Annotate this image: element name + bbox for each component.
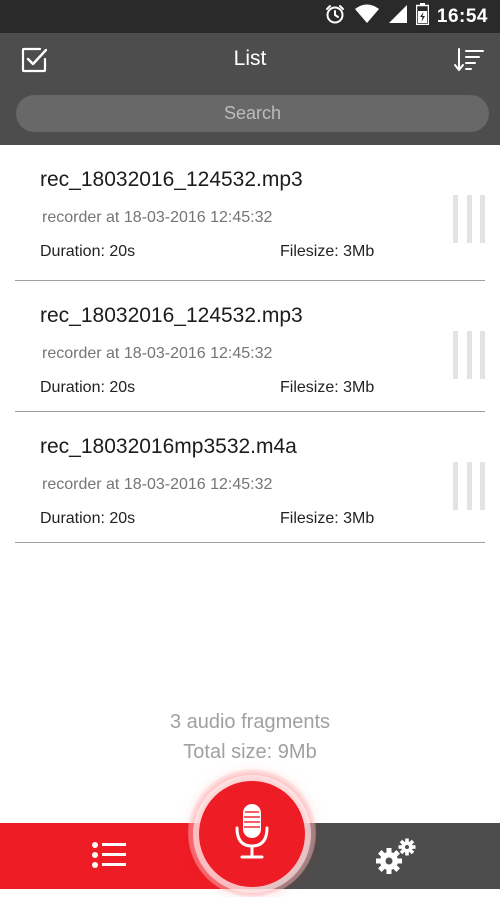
drag-handle-icon[interactable] xyxy=(453,462,485,510)
list-item[interactable]: rec_18032016_124532.mp3 recorder at 18-0… xyxy=(15,281,485,412)
recording-duration: Duration: 20s xyxy=(40,510,136,527)
recording-filesize: Filesize: 3Mb xyxy=(280,379,375,396)
status-icons: 16:54 xyxy=(324,0,488,33)
record-button[interactable] xyxy=(199,781,305,887)
list-item[interactable]: rec_18032016mp3532.m4a recorder at 18-03… xyxy=(15,412,485,543)
list-icon xyxy=(91,841,127,874)
drag-handle-icon[interactable] xyxy=(453,331,485,379)
microphone-icon xyxy=(232,802,272,867)
recording-duration: Duration: 20s xyxy=(40,243,136,260)
status-time: 16:54 xyxy=(436,5,488,27)
signal-icon xyxy=(388,4,408,29)
recording-date: recorder at 18-03-2016 12:45:32 xyxy=(42,476,273,493)
list-item[interactable]: rec_18032016_124532.mp3 recorder at 18-0… xyxy=(15,145,485,281)
recording-name: rec_18032016_124532.mp3 xyxy=(40,304,303,327)
recordings-list: rec_18032016_124532.mp3 recorder at 18-0… xyxy=(0,145,500,543)
status-bar: 16:54 xyxy=(0,0,500,33)
battery-icon xyxy=(415,3,430,30)
app-header: List xyxy=(0,33,500,145)
drag-handle-icon[interactable] xyxy=(453,195,485,243)
recording-name: rec_18032016_124532.mp3 xyxy=(40,168,303,191)
alarm-icon xyxy=(324,3,346,30)
recording-filesize: Filesize: 3Mb xyxy=(280,510,375,527)
gears-icon xyxy=(375,837,417,880)
sort-icon xyxy=(453,47,485,78)
recording-date: recorder at 18-03-2016 12:45:32 xyxy=(42,345,273,362)
summary: 3 audio fragments Total size: 9Mb xyxy=(0,707,500,767)
recording-filesize: Filesize: 3Mb xyxy=(280,243,375,260)
recording-duration: Duration: 20s xyxy=(40,379,136,396)
sort-button[interactable] xyxy=(452,47,486,77)
wifi-icon xyxy=(354,4,380,29)
recording-name: rec_18032016mp3532.m4a xyxy=(40,435,297,458)
fragment-count: 3 audio fragments xyxy=(169,711,331,733)
recording-date: recorder at 18-03-2016 12:45:32 xyxy=(42,209,273,226)
page-title: List xyxy=(233,47,267,70)
search-input[interactable] xyxy=(16,95,489,132)
total-size: Total size: 9Mb xyxy=(183,741,317,763)
